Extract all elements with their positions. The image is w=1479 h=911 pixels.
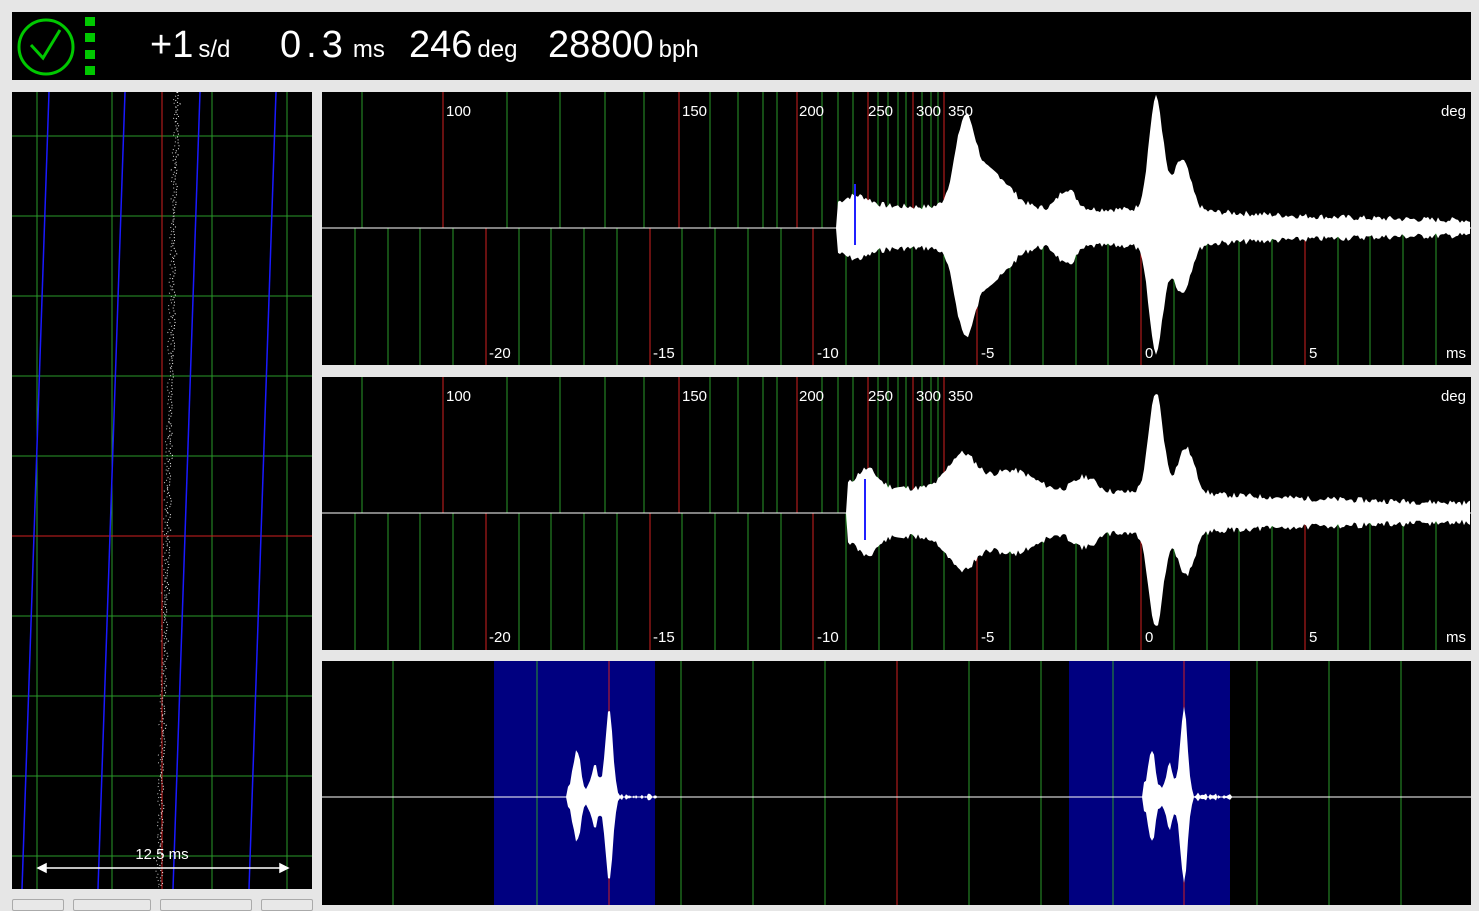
- period-view[interactable]: [322, 661, 1471, 905]
- status-bar: +1 s/d 0.3 ms 246 deg 28800 bph: [12, 12, 1471, 80]
- toolbar-button[interactable]: [160, 899, 252, 911]
- rate-unit: s/d: [198, 36, 231, 63]
- waveform: [322, 394, 1470, 626]
- ms-label-neg10: -10: [817, 345, 839, 362]
- deg-label-300: 300: [916, 103, 941, 120]
- ms-label-neg15: -15: [653, 629, 675, 646]
- amplitude-unit: deg: [477, 36, 518, 63]
- deg-label-150: 150: [682, 103, 707, 120]
- deg-label-250: 250: [868, 103, 893, 120]
- strip-trace-b: [155, 92, 178, 888]
- signal-bars-icon: [85, 17, 95, 75]
- bph-readout: 28800 bph: [548, 24, 699, 67]
- toolbar-button[interactable]: [261, 899, 313, 911]
- ms-label-neg20: -20: [489, 345, 511, 362]
- toolbar-button[interactable]: [12, 899, 64, 911]
- deg-label-100: 100: [446, 388, 471, 405]
- deg-label-150: 150: [682, 388, 707, 405]
- scale-label: 12.5 ms: [135, 846, 188, 863]
- deg-unit: deg: [1441, 103, 1466, 120]
- amplitude-value: 246: [409, 24, 473, 66]
- scope-tic[interactable]: 100 150 200 250 300 350 deg -20 -15 -10 …: [322, 92, 1471, 365]
- clock-icon: [17, 18, 75, 76]
- rate-readout: +1 s/d: [150, 24, 230, 67]
- deg-unit: deg: [1441, 388, 1466, 405]
- beat-error-value: 0.3: [280, 24, 348, 66]
- strip-slope-lines: [21, 92, 277, 889]
- beat-error-readout: 0.3 ms: [280, 24, 385, 67]
- ms-label-neg5: -5: [981, 629, 994, 646]
- beat-error-unit: ms: [352, 36, 385, 63]
- deg-label-250: 250: [868, 388, 893, 405]
- rate-value: +1: [150, 24, 194, 66]
- deg-label-350: 350: [948, 103, 973, 120]
- ms-unit: ms: [1446, 629, 1466, 646]
- ms-label-5: 5: [1309, 629, 1317, 646]
- bph-unit: bph: [658, 36, 699, 63]
- deg-label-350: 350: [948, 388, 973, 405]
- deg-label-300: 300: [916, 388, 941, 405]
- deg-label-200: 200: [799, 103, 824, 120]
- ms-label-neg15: -15: [653, 345, 675, 362]
- deg-label-100: 100: [446, 103, 471, 120]
- scope-toc[interactable]: 100 150 200 250 300 350 deg -20 -15 -10 …: [322, 377, 1471, 650]
- waveform: [322, 94, 1470, 355]
- ms-label-5: 5: [1309, 345, 1317, 362]
- deg-label-200: 200: [799, 388, 824, 405]
- toolbar-button[interactable]: [73, 899, 151, 911]
- amplitude-readout: 246 deg: [409, 24, 517, 67]
- ms-label-0: 0: [1145, 345, 1153, 362]
- bph-value: 28800: [548, 24, 654, 66]
- ms-unit: ms: [1446, 345, 1466, 362]
- ms-label-neg10: -10: [817, 629, 839, 646]
- ms-label-0: 0: [1145, 629, 1153, 646]
- ms-label-neg20: -20: [489, 629, 511, 646]
- ms-label-neg5: -5: [981, 345, 994, 362]
- paper-strip[interactable]: 12.5 ms: [12, 92, 312, 889]
